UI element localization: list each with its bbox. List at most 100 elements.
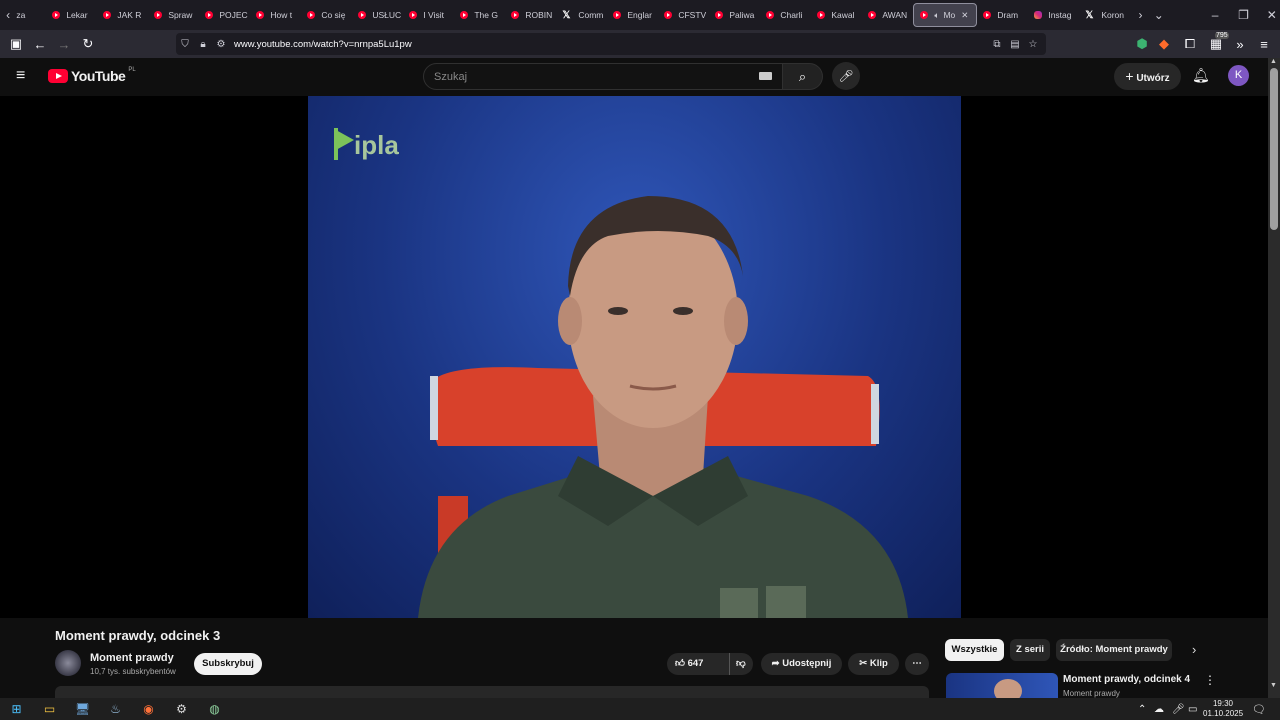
back-icon[interactable]: ← [28, 37, 52, 52]
steam-icon[interactable]: ♨ [99, 702, 132, 716]
chip-all[interactable]: Wszystkie [945, 639, 1004, 661]
browser-tab[interactable]: Spraw [148, 0, 199, 30]
url-text[interactable]: www.youtube.com/watch?v=nrnpa5Lu1pw [234, 39, 412, 50]
browser-tab[interactable]: AWAN [862, 0, 913, 30]
browser-tab[interactable]: Dram [977, 0, 1028, 30]
clock[interactable]: 19:30 01.10.2025 [1203, 699, 1243, 719]
clip-button[interactable]: ✂ Klip [848, 653, 899, 675]
extension-badge-icon[interactable]: ▦ 795 [1204, 32, 1229, 52]
overflow-menu-icon[interactable]: » [1228, 37, 1252, 52]
file-explorer-icon[interactable]: ▭ [33, 702, 66, 716]
browser-tab[interactable]: Instag [1028, 0, 1079, 30]
browser-tab[interactable]: Co się [301, 0, 352, 30]
app-menu-icon[interactable]: ≡ [1252, 37, 1276, 52]
reader-view-icon[interactable]: ▤ [1006, 39, 1024, 50]
bookmark-star-icon[interactable]: ☆ [1024, 39, 1042, 50]
channel-name[interactable]: Moment prawdy [90, 652, 174, 664]
browser-tab[interactable]: The G [454, 0, 505, 30]
forward-icon[interactable]: → [52, 37, 76, 52]
windows-start-icon[interactable]: ⊞ [0, 702, 33, 716]
minimize-window-icon[interactable]: – [1207, 8, 1223, 22]
tabs-scroll-left-icon[interactable]: ‹ [0, 8, 16, 22]
scroll-up-icon[interactable]: ▲ [1270, 58, 1277, 65]
like-button[interactable]: 👍︎ 647 [675, 658, 703, 669]
onedrive-icon[interactable]: ☁ [1154, 704, 1164, 715]
browser-tab[interactable]: POJEC [199, 0, 250, 30]
extensions-icon[interactable]: ⧠ [1178, 36, 1202, 52]
chip-source[interactable]: Źródło: Moment prawdy [1056, 639, 1172, 661]
tracking-shield-icon[interactable]: ⛉ [176, 39, 194, 50]
notifications-icon[interactable]: 🗨︎ [1252, 703, 1266, 716]
keyboard-icon[interactable] [759, 72, 772, 80]
extension-shield-icon[interactable]: ⬢ [1130, 36, 1154, 52]
browser-tab[interactable]: Englar [607, 0, 658, 30]
search-button[interactable]: ⌕ [783, 63, 823, 90]
more-actions-button[interactable]: ⋯ [905, 653, 929, 675]
tab-label: Comm [578, 10, 604, 20]
description-box[interactable] [55, 686, 929, 698]
youtube-icon [920, 11, 929, 19]
browser-tab[interactable]: How t [250, 0, 301, 30]
youtube-logo[interactable]: YouTube PL [48, 67, 136, 84]
browser-tab[interactable]: Paliwa [709, 0, 760, 30]
voice-search-button[interactable]: 🎤︎ [832, 62, 860, 90]
tab-audio-icon[interactable]: 🔈︎ [934, 10, 939, 21]
network-app-icon[interactable]: ◍ [198, 702, 231, 716]
browser-tab[interactable]: CFSTV [658, 0, 709, 30]
video-frame[interactable]: ipla [308, 96, 961, 618]
list-all-tabs-icon[interactable]: ⌄ [1151, 8, 1167, 22]
browser-tab[interactable]: Lekar [46, 0, 97, 30]
tab-close-icon[interactable]: ✕ [961, 10, 968, 21]
url-bar[interactable]: ⛉ 🔒︎ ⚙ www.youtube.com/watch?v=nrnpa5Lu1… [176, 33, 1046, 55]
browser-nav-bar: ▣ ← → ↻ ⛉ 🔒︎ ⚙ www.youtube.com/watch?v=n… [0, 30, 1280, 58]
scrollbar-thumb[interactable] [1270, 68, 1278, 230]
browser-tab[interactable]: 𝕏 Koron [1079, 0, 1130, 30]
lock-icon[interactable]: 🔒︎ [194, 39, 212, 50]
youtube-icon [817, 11, 826, 19]
account-avatar[interactable]: K [1228, 65, 1249, 86]
search-input[interactable]: Szukaj [423, 63, 783, 90]
recommendation-title[interactable]: Moment prawdy, odcinek 4 [1063, 674, 1190, 685]
recommendation-menu-icon[interactable]: ⋮ [1204, 673, 1216, 687]
youtube-icon [256, 11, 265, 19]
permissions-icon[interactable]: ⚙ [212, 39, 230, 50]
restore-window-icon[interactable]: ❐ [1235, 8, 1251, 22]
scroll-down-icon[interactable]: ▼ [1270, 682, 1277, 689]
extension-fox-icon[interactable]: ◆ [1152, 36, 1176, 52]
create-button[interactable]: + Utwórz [1114, 63, 1181, 90]
video-player[interactable]: ipla [0, 96, 1268, 618]
picture-in-picture-icon[interactable]: ⧉ [988, 39, 1006, 50]
dislike-button[interactable]: 👎︎ [729, 653, 746, 675]
close-window-icon[interactable]: ✕ [1264, 8, 1280, 22]
browser-tab[interactable]: Charli [760, 0, 811, 30]
microphone-tray-icon[interactable]: 🎤︎ [1172, 704, 1185, 715]
subscribe-button[interactable]: Subskrybuj [194, 653, 262, 675]
region-code: PL [128, 67, 136, 73]
browser-tab[interactable]: ROBIN [505, 0, 556, 30]
computer-app-icon[interactable]: 🖥︎ [66, 702, 99, 716]
notifications-bell-icon[interactable]: 🔔︎ [1192, 67, 1210, 84]
browser-tab[interactable]: I Visit [403, 0, 454, 30]
sidebar-toggle-icon[interactable]: ▣ [4, 36, 28, 52]
settings-gear-icon[interactable]: ⚙ [165, 702, 198, 716]
channel-avatar[interactable] [55, 650, 81, 676]
tab-label: USŁUC [372, 10, 402, 20]
browser-tab[interactable]: 𝕏 Comm [556, 0, 607, 30]
page-scrollbar[interactable]: ▲ ▼ [1268, 58, 1280, 698]
network-tray-icon[interactable]: ▭ [1188, 704, 1197, 715]
browser-tab[interactable]: JAK R [97, 0, 148, 30]
youtube-icon [664, 11, 673, 19]
guide-menu-icon[interactable]: ≡ [16, 67, 25, 85]
share-button[interactable]: ➦ Udostępnij [761, 653, 842, 675]
recommendation-thumbnail[interactable] [946, 673, 1058, 698]
firefox-icon[interactable]: ◉ [132, 702, 165, 716]
reload-icon[interactable]: ↻ [76, 36, 100, 52]
chips-next-icon[interactable]: › [1192, 642, 1196, 657]
tray-chevron-icon[interactable]: ⌃ [1138, 704, 1146, 715]
browser-tab[interactable]: za [16, 0, 46, 30]
browser-tab[interactable]: Kawal [811, 0, 862, 30]
chip-series[interactable]: Z serii [1010, 639, 1050, 661]
browser-tab[interactable]: USŁUC [352, 0, 403, 30]
browser-tab[interactable]: 🔈︎ Mo ✕ [913, 3, 978, 27]
tabs-scroll-right-icon[interactable]: › [1132, 8, 1148, 22]
